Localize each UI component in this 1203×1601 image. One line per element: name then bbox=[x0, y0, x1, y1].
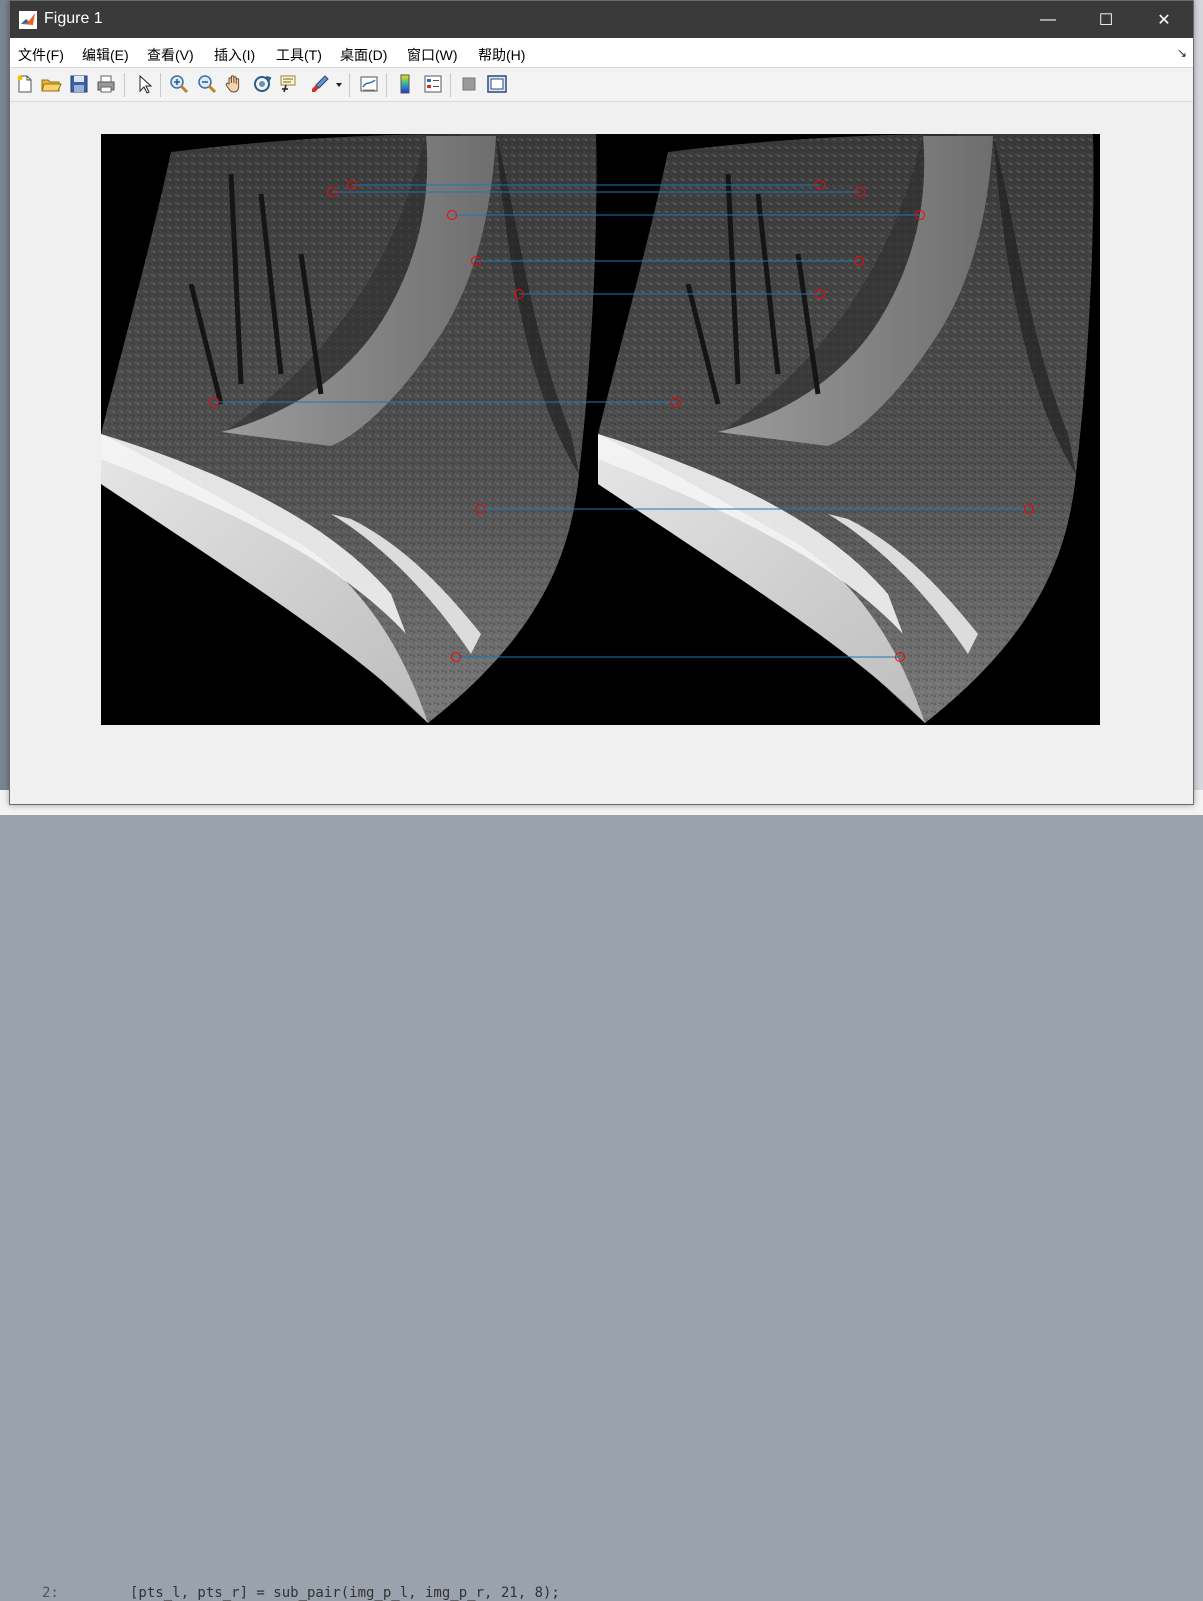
toolbar-separator bbox=[160, 73, 161, 97]
background-window-edge-left bbox=[0, 0, 9, 815]
figure-toolbar bbox=[10, 68, 1193, 102]
rotate-3d-icon[interactable] bbox=[251, 73, 273, 95]
close-button[interactable]: ✕ bbox=[1135, 1, 1193, 38]
hide-plot-tools-icon[interactable] bbox=[458, 73, 480, 95]
menu-help[interactable]: 帮助(H) bbox=[478, 45, 525, 65]
data-cursor-icon[interactable] bbox=[278, 73, 300, 95]
figure-canvas bbox=[10, 102, 1193, 804]
menu-window[interactable]: 窗口(W) bbox=[407, 45, 458, 65]
minimize-icon: — bbox=[1040, 10, 1056, 28]
code-line: [pts_l, pts_r] = sub_pair(img_p_l, img_p… bbox=[130, 1585, 560, 1601]
colorbar-icon[interactable] bbox=[394, 73, 416, 95]
legend-icon[interactable] bbox=[422, 73, 444, 95]
code-line-number: 2: bbox=[42, 1585, 59, 1601]
pan-hand-icon[interactable] bbox=[223, 73, 245, 95]
new-figure-icon[interactable] bbox=[14, 73, 36, 95]
menu-insert[interactable]: 插入(I) bbox=[214, 45, 255, 65]
brush-icon[interactable] bbox=[309, 73, 331, 95]
menu-file[interactable]: 文件(F) bbox=[18, 45, 64, 65]
close-icon: ✕ bbox=[1157, 11, 1171, 29]
menu-tools[interactable]: 工具(T) bbox=[276, 45, 322, 65]
menu-view[interactable]: 查看(V) bbox=[147, 45, 194, 65]
window-title: Figure 1 bbox=[44, 10, 103, 27]
dock-arrow-icon[interactable]: ↘ bbox=[1177, 46, 1187, 60]
open-file-icon[interactable] bbox=[40, 73, 62, 95]
axes-image[interactable] bbox=[101, 134, 1100, 725]
link-plot-icon[interactable] bbox=[358, 73, 380, 95]
toolbar-separator bbox=[386, 73, 387, 97]
title-bar[interactable]: Figure 1 — ☐ ✕ bbox=[10, 1, 1193, 38]
brush-dropdown-icon[interactable] bbox=[333, 73, 345, 95]
maximize-button[interactable]: ☐ bbox=[1077, 1, 1135, 38]
save-icon[interactable] bbox=[68, 73, 90, 95]
menu-edit[interactable]: 编辑(E) bbox=[82, 45, 129, 65]
toolbar-separator bbox=[124, 73, 125, 97]
minimize-button[interactable]: — bbox=[1019, 1, 1077, 38]
show-plot-tools-icon[interactable] bbox=[486, 73, 508, 95]
zoom-out-icon[interactable] bbox=[196, 73, 218, 95]
matched-image-pair bbox=[101, 134, 1100, 725]
select-arrow-icon[interactable] bbox=[134, 73, 156, 95]
figure-window: Figure 1 — ☐ ✕ 文件(F) 编辑(E) 查看(V) 插入(I) 工… bbox=[9, 0, 1194, 805]
right-warped-image bbox=[598, 134, 1094, 723]
background-window-edge-right bbox=[1193, 0, 1203, 815]
zoom-in-icon[interactable] bbox=[168, 73, 190, 95]
left-warped-image bbox=[101, 134, 597, 723]
menu-desktop[interactable]: 桌面(D) bbox=[340, 45, 387, 65]
toolbar-separator bbox=[450, 73, 451, 97]
menu-bar: 文件(F) 编辑(E) 查看(V) 插入(I) 工具(T) 桌面(D) 窗口(W… bbox=[10, 38, 1193, 68]
matlab-logo-icon bbox=[19, 11, 37, 29]
print-icon[interactable] bbox=[95, 73, 117, 95]
toolbar-separator bbox=[349, 73, 350, 97]
maximize-icon: ☐ bbox=[1098, 11, 1114, 29]
